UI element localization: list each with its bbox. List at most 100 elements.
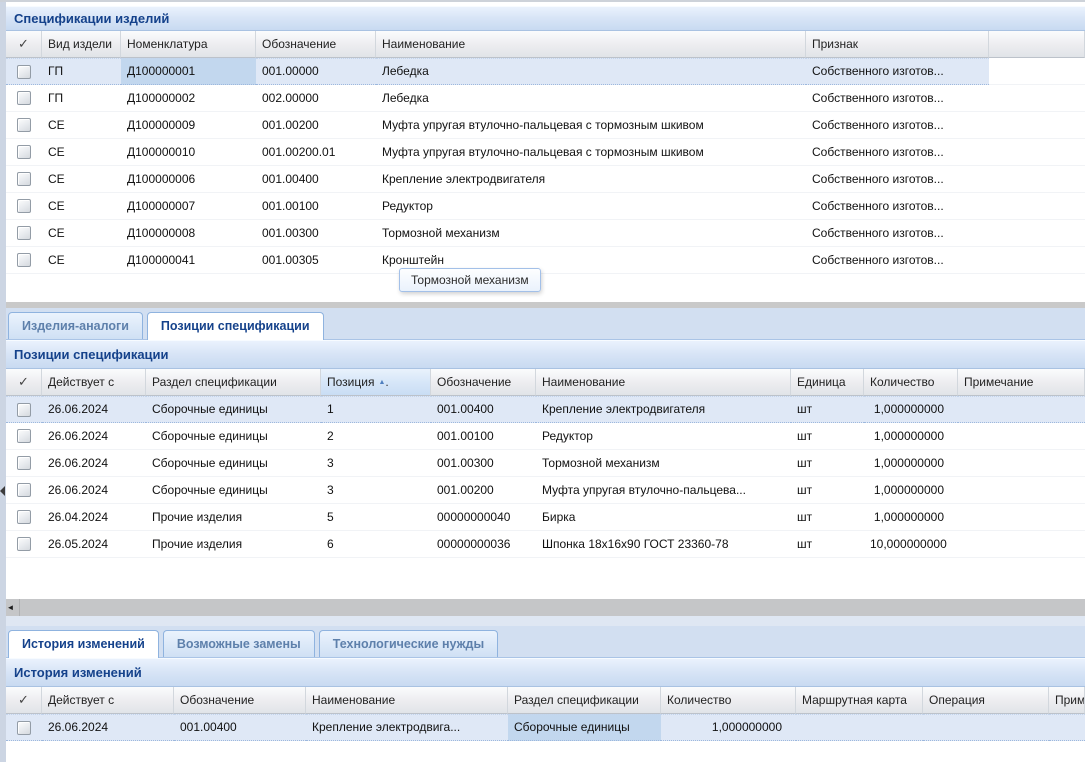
- cell-kolichestvo[interactable]: 1,000000000: [864, 423, 958, 450]
- table-row[interactable]: 26.06.2024Сборочные единицы3001.00300Тор…: [6, 450, 1085, 477]
- cell-edinitsa[interactable]: шт: [791, 477, 864, 504]
- cell-pozitsiya[interactable]: 2: [321, 423, 431, 450]
- table-row[interactable]: СЕД100000009001.00200Муфта упругая втуло…: [6, 112, 1085, 139]
- cell-operatsiya[interactable]: [923, 714, 1049, 741]
- cell-pozitsiya[interactable]: 6: [321, 531, 431, 558]
- vertical-splitter[interactable]: [0, 2, 6, 762]
- tab-Позиции спецификации[interactable]: Позиции спецификации: [147, 312, 324, 340]
- cell-vid-izdeliya[interactable]: СЕ: [42, 220, 121, 247]
- cell-naimenovanie[interactable]: Муфта упругая втулочно-пальцевая с тормо…: [376, 139, 806, 166]
- table-row[interactable]: ГПД100000002002.00000ЛебедкаСобственного…: [6, 85, 1085, 112]
- select-all-header[interactable]: ✓: [6, 369, 42, 396]
- row-checkbox[interactable]: [17, 199, 31, 213]
- cell-vid-izdeliya[interactable]: СЕ: [42, 139, 121, 166]
- cell-oboznachenie[interactable]: 001.00200: [431, 477, 536, 504]
- row-checkbox[interactable]: [17, 403, 31, 417]
- cell-edinitsa[interactable]: шт: [791, 396, 864, 423]
- cell-primechanie[interactable]: [958, 531, 1085, 558]
- cell-razdel[interactable]: Прочие изделия: [146, 504, 321, 531]
- column-header-naimenovanie[interactable]: Наименование: [306, 687, 508, 714]
- cell-oboznachenie[interactable]: 001.00100: [256, 193, 376, 220]
- table-row[interactable]: СЕД100000007001.00100РедукторСобственног…: [6, 193, 1085, 220]
- cell-razdel[interactable]: Сборочные единицы: [146, 477, 321, 504]
- column-header-priznak[interactable]: Признак: [806, 31, 989, 58]
- cell-nomenklatura[interactable]: Д100000001: [121, 58, 256, 85]
- cell-vid-izdeliya[interactable]: ГП: [42, 58, 121, 85]
- row-checkbox[interactable]: [17, 429, 31, 443]
- cell-oboznachenie[interactable]: 001.00400: [174, 714, 306, 741]
- column-header-deystvuet-s[interactable]: Действует с: [42, 369, 146, 396]
- cell-naimenovanie[interactable]: Редуктор: [536, 423, 791, 450]
- table-row[interactable]: 26.06.2024Сборочные единицы2001.00100Ред…: [6, 423, 1085, 450]
- cell-kolichestvo[interactable]: 1,000000000: [864, 477, 958, 504]
- cell-naimenovanie[interactable]: Лебедка: [376, 85, 806, 112]
- cell-marshrutnaya-karta[interactable]: [796, 714, 923, 741]
- cell-oboznachenie[interactable]: 001.00400: [431, 396, 536, 423]
- cell-deystvuet-s[interactable]: 26.06.2024: [42, 450, 146, 477]
- table-row[interactable]: СЕД100000008001.00300Тормозной механизмС…: [6, 220, 1085, 247]
- cell-nomenklatura[interactable]: Д100000008: [121, 220, 256, 247]
- row-checkbox[interactable]: [17, 510, 31, 524]
- cell-naimenovanie[interactable]: Шпонка 18x16x90 ГОСТ 23360-78: [536, 531, 791, 558]
- cell-kolichestvo[interactable]: 1,000000000: [864, 504, 958, 531]
- cell-naimenovanie[interactable]: Тормозной механизм: [536, 450, 791, 477]
- table-row[interactable]: 26.06.2024Сборочные единицы3001.00200Муф…: [6, 477, 1085, 504]
- cell-oboznachenie[interactable]: 001.00100: [431, 423, 536, 450]
- column-header-primechanie[interactable]: Примечание: [958, 369, 1085, 396]
- column-header-naimenovanie[interactable]: Наименование: [376, 31, 806, 58]
- horizontal-scrollbar[interactable]: ◄: [2, 599, 1085, 616]
- cell-naimenovanie[interactable]: Крепление электродвигателя: [536, 396, 791, 423]
- cell-oboznachenie[interactable]: 001.00305: [256, 247, 376, 274]
- table-row[interactable]: 26.05.2024Прочие изделия600000000036Шпон…: [6, 531, 1085, 558]
- column-header-oboznachenie[interactable]: Обозначение: [174, 687, 306, 714]
- cell-deystvuet-s[interactable]: 26.06.2024: [42, 477, 146, 504]
- cell-razdel[interactable]: Сборочные единицы: [508, 714, 661, 741]
- cell-nomenklatura[interactable]: Д100000041: [121, 247, 256, 274]
- cell-primechanie[interactable]: [958, 450, 1085, 477]
- row-checkbox[interactable]: [17, 118, 31, 132]
- table-row[interactable]: СЕД100000006001.00400Крепление электродв…: [6, 166, 1085, 193]
- cell-edinitsa[interactable]: шт: [791, 450, 864, 477]
- column-header-pozitsiya[interactable]: Позиция▲.: [321, 369, 431, 396]
- cell-oboznachenie[interactable]: 00000000036: [431, 531, 536, 558]
- row-checkbox[interactable]: [17, 172, 31, 186]
- cell-naimenovanie[interactable]: Крепление электродвигателя: [376, 166, 806, 193]
- tab-Изделия-аналоги[interactable]: Изделия-аналоги: [8, 312, 143, 339]
- table-row[interactable]: 26.04.2024Прочие изделия500000000040Бирк…: [6, 504, 1085, 531]
- cell-oboznachenie[interactable]: 001.00300: [431, 450, 536, 477]
- cell-primechanie[interactable]: [958, 396, 1085, 423]
- cell-deystvuet-s[interactable]: 26.06.2024: [42, 423, 146, 450]
- cell-vid-izdeliya[interactable]: СЕ: [42, 112, 121, 139]
- cell-primechanie[interactable]: [958, 423, 1085, 450]
- row-checkbox[interactable]: [17, 253, 31, 267]
- cell-edinitsa[interactable]: шт: [791, 423, 864, 450]
- cell-priznak[interactable]: Собственного изготов...: [806, 112, 989, 139]
- column-header-marshrutnaya-karta[interactable]: Маршрутная карта: [796, 687, 923, 714]
- table-row[interactable]: 26.06.2024001.00400Крепление электродвиг…: [6, 714, 1085, 741]
- cell-pozitsiya[interactable]: 1: [321, 396, 431, 423]
- column-header-deystvuet-s[interactable]: Действует с: [42, 687, 174, 714]
- cell-naimenovanie[interactable]: Тормозной механизм: [376, 220, 806, 247]
- cell-vid-izdeliya[interactable]: ГП: [42, 85, 121, 112]
- cell-oboznachenie[interactable]: 001.00400: [256, 166, 376, 193]
- cell-primechanie[interactable]: [1049, 714, 1085, 741]
- cell-edinitsa[interactable]: шт: [791, 531, 864, 558]
- row-checkbox[interactable]: [17, 65, 31, 79]
- cell-priznak[interactable]: Собственного изготов...: [806, 220, 989, 247]
- select-all-header[interactable]: ✓: [6, 31, 42, 58]
- tab-Технологические нужды[interactable]: Технологические нужды: [319, 630, 498, 657]
- cell-razdel[interactable]: Сборочные единицы: [146, 450, 321, 477]
- cell-oboznachenie[interactable]: 001.00200.01: [256, 139, 376, 166]
- tab-История изменений[interactable]: История изменений: [8, 630, 159, 658]
- cell-razdel[interactable]: Сборочные единицы: [146, 423, 321, 450]
- cell-naimenovanie[interactable]: Крепление электродвига...: [306, 714, 508, 741]
- row-checkbox[interactable]: [17, 226, 31, 240]
- column-header-naimenovanie[interactable]: Наименование: [536, 369, 791, 396]
- cell-deystvuet-s[interactable]: 26.06.2024: [42, 714, 174, 741]
- column-header-primechanie[interactable]: Примечание: [1049, 687, 1085, 714]
- cell-primechanie[interactable]: [958, 477, 1085, 504]
- cell-razdel[interactable]: Прочие изделия: [146, 531, 321, 558]
- cell-kolichestvo[interactable]: 1,000000000: [661, 714, 796, 741]
- column-header-kolichestvo[interactable]: Количество: [661, 687, 796, 714]
- column-header-edinitsa[interactable]: Единица: [791, 369, 864, 396]
